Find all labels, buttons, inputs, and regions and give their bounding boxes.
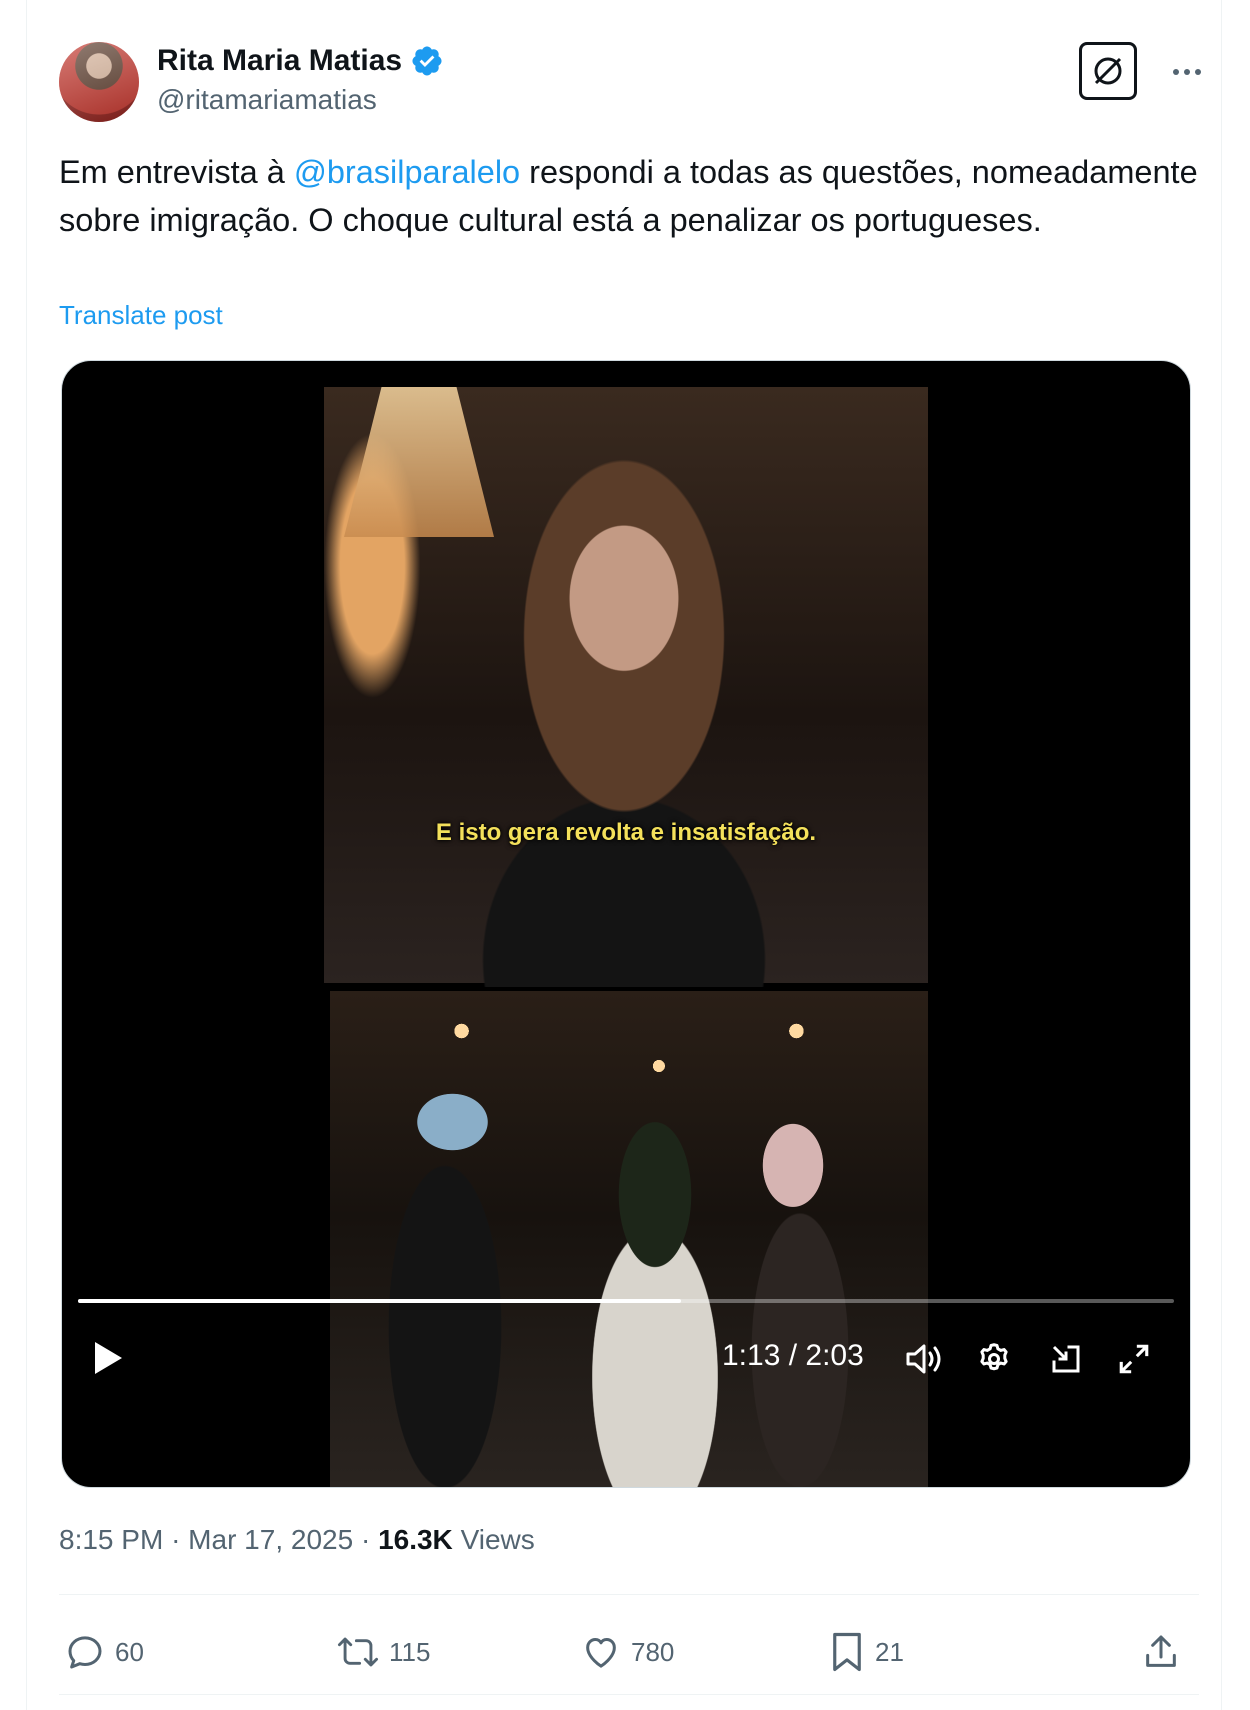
bookmark-button[interactable]: 21 bbox=[829, 1622, 904, 1682]
video-player[interactable]: E isto gera revolta e insatisfação. 1:13… bbox=[61, 360, 1191, 1488]
grok-button[interactable] bbox=[1079, 42, 1137, 100]
picture-in-picture-button[interactable] bbox=[1044, 1337, 1088, 1381]
bookmark-count: 21 bbox=[875, 1636, 904, 1667]
video-frame-interview bbox=[324, 387, 928, 987]
gear-icon bbox=[980, 1343, 1008, 1371]
mention-link[interactable]: @brasilparalelo bbox=[294, 154, 520, 190]
action-bar: 60 115 780 21 bbox=[59, 1622, 1199, 1682]
author-name-row: Rita Maria Matias bbox=[157, 44, 444, 78]
more-options-button[interactable] bbox=[1167, 52, 1207, 92]
views-count: 16.3K bbox=[378, 1524, 453, 1555]
share-icon bbox=[1146, 1635, 1176, 1667]
post-date[interactable]: Mar 17, 2025 bbox=[188, 1524, 353, 1555]
reply-icon bbox=[68, 1636, 102, 1669]
play-icon bbox=[95, 1342, 122, 1374]
video-caption: E isto gera revolta e insatisfação. bbox=[435, 819, 817, 846]
pedestrian-figure bbox=[730, 1121, 870, 1487]
like-button[interactable]: 780 bbox=[581, 1622, 674, 1682]
heart-icon bbox=[586, 1638, 616, 1668]
repost-count: 115 bbox=[389, 1636, 431, 1667]
post-text: Em entrevista à @brasilparalelo respondi… bbox=[59, 148, 1199, 244]
post-text-before: Em entrevista à bbox=[59, 154, 294, 190]
avatar[interactable] bbox=[59, 42, 139, 122]
bookmark-icon bbox=[833, 1632, 861, 1672]
post-time[interactable]: 8:15 PM bbox=[59, 1524, 163, 1555]
pedestrian-figure bbox=[370, 1081, 520, 1487]
post-meta: 8:15 PM · Mar 17, 2025 · 16.3K Views bbox=[59, 1524, 535, 1556]
like-count: 780 bbox=[631, 1636, 675, 1667]
views-label: Views bbox=[460, 1524, 535, 1555]
author-name[interactable]: Rita Maria Matias bbox=[157, 44, 402, 78]
divider bbox=[59, 1694, 1199, 1695]
volume-button[interactable] bbox=[902, 1337, 946, 1381]
translate-post-link[interactable]: Translate post bbox=[59, 300, 223, 331]
reply-count: 60 bbox=[115, 1636, 144, 1667]
reply-button[interactable]: 60 bbox=[65, 1622, 144, 1682]
play-button[interactable] bbox=[86, 1335, 130, 1381]
video-time: 1:13 / 2:03 bbox=[722, 1339, 864, 1372]
meta-separator: · bbox=[171, 1524, 181, 1555]
video-progress-fill bbox=[78, 1299, 681, 1303]
lamp-shape bbox=[344, 387, 494, 537]
verified-badge-icon bbox=[412, 46, 442, 76]
grok-icon bbox=[1094, 57, 1122, 85]
post-card: Rita Maria Matias @ritamariamatias Em en… bbox=[26, 0, 1222, 1710]
author-handle[interactable]: @ritamariamatias bbox=[157, 84, 377, 116]
video-progress-bar[interactable] bbox=[78, 1299, 1174, 1303]
divider bbox=[59, 1594, 1199, 1595]
more-horizontal-icon bbox=[1173, 69, 1201, 75]
repost-icon bbox=[337, 1637, 379, 1667]
meta-separator: · bbox=[360, 1524, 371, 1555]
fullscreen-icon bbox=[1119, 1344, 1149, 1374]
video-frame-street bbox=[330, 991, 928, 1487]
volume-icon bbox=[906, 1344, 941, 1374]
share-button[interactable] bbox=[1141, 1622, 1181, 1682]
repost-button[interactable]: 115 bbox=[337, 1622, 430, 1682]
pip-icon bbox=[1052, 1345, 1080, 1373]
fullscreen-button[interactable] bbox=[1112, 1337, 1156, 1381]
settings-button[interactable] bbox=[972, 1337, 1016, 1381]
interviewee-figure bbox=[474, 447, 774, 987]
